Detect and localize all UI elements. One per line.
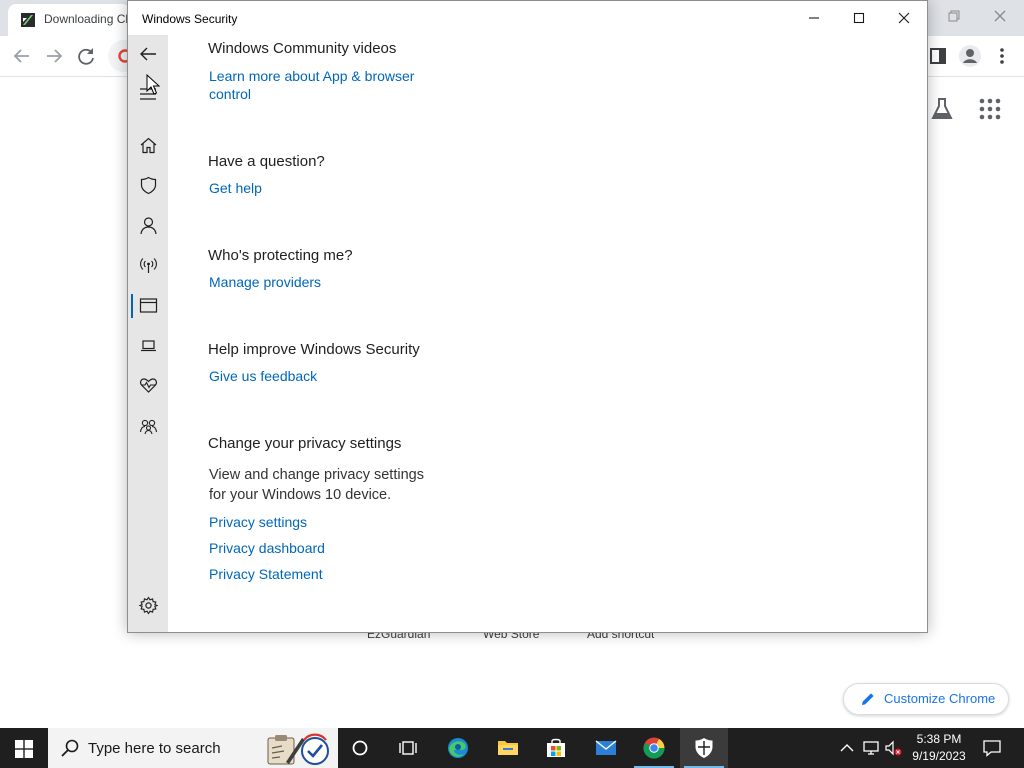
microsoft-store-icon (547, 738, 565, 757)
windows-logo-icon (15, 740, 33, 758)
get-help-link[interactable]: Get help (209, 180, 262, 196)
section-heading: Change your privacy settings (208, 435, 402, 452)
privacy-dashboard-link[interactable]: Privacy dashboard (209, 540, 325, 556)
minimize-icon (809, 17, 819, 19)
section-heading: Windows Community videos (208, 40, 397, 57)
side-panel-icon[interactable] (926, 44, 950, 68)
chrome-icon (643, 737, 665, 759)
chrome-restore-button[interactable] (944, 6, 964, 26)
content-area: Windows Community videos Learn more abou… (208, 35, 908, 632)
search-placeholder: Type here to search (88, 740, 221, 757)
notifications-icon[interactable] (982, 738, 1002, 758)
back-arrow-icon[interactable] (138, 44, 158, 64)
section-heading: Who's protecting me? (208, 247, 353, 264)
start-button[interactable] (0, 728, 48, 768)
search-highlight-illustration (267, 733, 329, 765)
chrome-tab-title: Downloading Chrome (44, 12, 128, 26)
labs-flask-icon[interactable] (929, 96, 955, 122)
laptop-icon[interactable] (139, 336, 158, 355)
taskbar-clock[interactable]: 5:38 PM 9/19/2023 (906, 731, 972, 765)
section-body-text: View and change privacy settings (209, 467, 424, 483)
file-explorer-icon (498, 741, 518, 755)
maximize-button[interactable] (836, 1, 882, 35)
windows-security-window: Windows Security Windows Community video… (127, 0, 928, 633)
customize-chrome-label: Customize Chrome (884, 691, 996, 706)
mouse-cursor-icon (146, 74, 160, 95)
task-view-icon (399, 741, 417, 755)
give-feedback-link[interactable]: Give us feedback (209, 368, 317, 384)
chrome-button[interactable] (630, 728, 678, 768)
title-bar[interactable]: Windows Security (128, 1, 927, 35)
chrome-tab[interactable]: Downloading Chrome (8, 4, 130, 36)
heart-pulse-icon[interactable] (139, 376, 158, 395)
family-icon[interactable] (139, 417, 158, 436)
chevron-up-icon[interactable] (838, 739, 856, 757)
home-icon[interactable] (139, 136, 158, 155)
close-icon (898, 12, 910, 24)
customize-chrome-button[interactable]: Customize Chrome (843, 683, 1009, 715)
download-progress-icon (21, 13, 35, 27)
mail-button[interactable] (582, 728, 630, 768)
task-view-button[interactable] (384, 728, 432, 768)
search-icon (61, 739, 79, 757)
pencil-icon (862, 693, 874, 705)
microsoft-store-button[interactable] (532, 728, 580, 768)
gear-icon[interactable] (139, 596, 158, 615)
clock-time: 5:38 PM (916, 732, 962, 746)
person-icon[interactable] (139, 216, 158, 235)
profile-avatar-icon[interactable] (958, 44, 982, 68)
taskbar-search-box[interactable]: Type here to search (48, 728, 338, 768)
network-icon[interactable] (862, 739, 880, 757)
back-arrow-icon[interactable] (10, 44, 34, 68)
check-badge-icon (301, 733, 329, 765)
windows-security-button[interactable] (680, 728, 728, 768)
minimize-button[interactable] (791, 1, 837, 35)
privacy-statement-link[interactable]: Privacy Statement (209, 566, 323, 582)
close-button[interactable] (881, 1, 927, 35)
section-body-text: for your Windows 10 device. (209, 487, 392, 503)
clock-date: 9/19/2023 (912, 749, 966, 763)
volume-muted-icon[interactable] (884, 739, 902, 757)
window-title: Windows Security (142, 12, 238, 26)
maximize-icon (853, 12, 865, 24)
learn-more-link-continued[interactable]: control (209, 86, 251, 102)
edge-button[interactable] (434, 728, 482, 768)
wifi-antenna-icon[interactable] (139, 256, 158, 275)
windows-security-icon (695, 738, 713, 758)
mail-icon (595, 740, 617, 755)
active-indicator (131, 294, 133, 318)
forward-arrow-icon[interactable] (42, 44, 66, 68)
chrome-close-button[interactable] (990, 6, 1010, 26)
shield-icon[interactable] (139, 176, 158, 195)
manage-providers-link[interactable]: Manage providers (209, 274, 321, 290)
clipboard-pen-icon (267, 735, 305, 765)
file-explorer-button[interactable] (484, 728, 532, 768)
google-apps-icon[interactable] (978, 97, 1002, 121)
section-heading: Have a question? (208, 153, 325, 170)
reload-icon[interactable] (74, 44, 98, 68)
navigation-sidebar (128, 35, 168, 632)
cortana-button[interactable] (336, 728, 384, 768)
taskbar: Type here to search 5:38 PM 9/19/2023 (0, 728, 1024, 768)
section-heading: Help improve Windows Security (208, 341, 420, 358)
app-browser-icon[interactable] (139, 296, 158, 315)
learn-more-link[interactable]: Learn more about App & browser (209, 68, 414, 84)
cortana-icon (352, 740, 368, 756)
privacy-settings-link[interactable]: Privacy settings (209, 514, 307, 530)
more-vertical-icon[interactable] (990, 44, 1014, 68)
edge-icon (448, 738, 468, 758)
